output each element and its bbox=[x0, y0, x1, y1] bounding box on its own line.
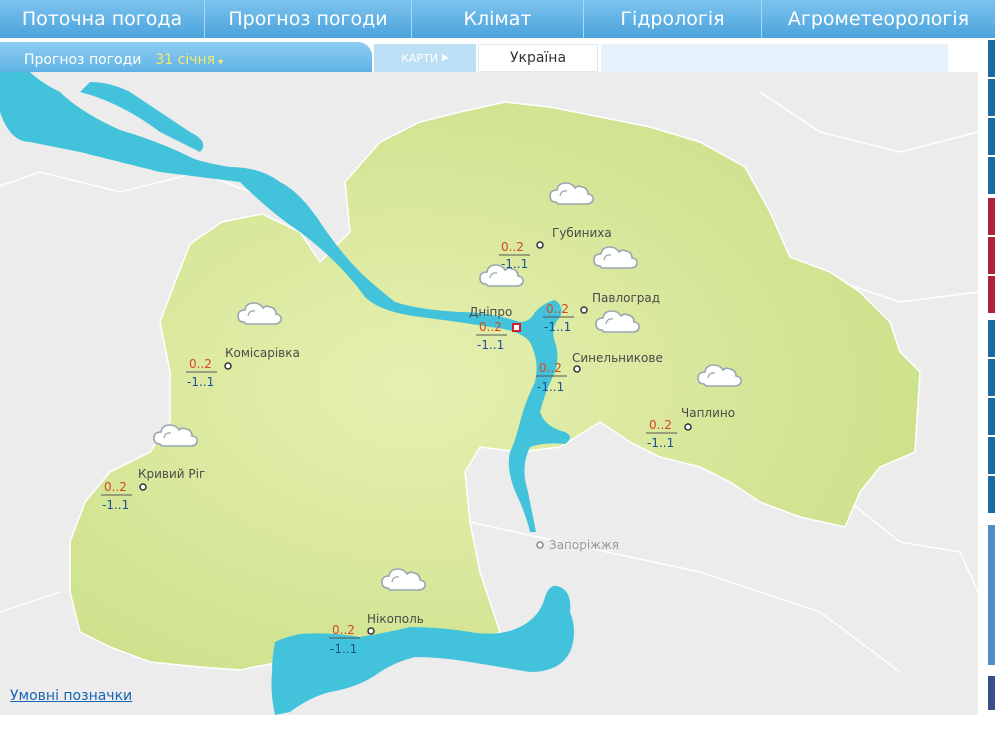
weather-map[interactable]: Губиниха Дніпро Павлоград Синельникове К… bbox=[0, 72, 978, 715]
temp-max: 0..2 bbox=[501, 240, 524, 254]
temp-min: -1..1 bbox=[187, 375, 214, 389]
side-tab[interactable] bbox=[988, 118, 995, 155]
side-tab[interactable] bbox=[988, 320, 995, 357]
forecast-date[interactable]: 31 січня bbox=[155, 52, 215, 68]
side-tab[interactable] bbox=[988, 198, 995, 235]
temp-min: -1..1 bbox=[537, 380, 564, 394]
tab-current-weather[interactable]: Поточна погода bbox=[0, 0, 205, 38]
tab-agrometeorology[interactable]: Агрометеорологія bbox=[762, 0, 995, 38]
temp-max: 0..2 bbox=[539, 361, 562, 375]
forecast-date-selector[interactable]: Прогноз погоди 31 січня ▾ bbox=[0, 42, 372, 72]
side-tab[interactable] bbox=[988, 676, 995, 710]
temp-max: 0..2 bbox=[104, 480, 127, 494]
forecast-toolbar: Прогноз погоди 31 січня ▾ КАРТИ ▶ Україн… bbox=[0, 42, 948, 72]
right-side-tabs bbox=[988, 40, 995, 710]
side-banner[interactable] bbox=[988, 525, 995, 665]
side-tab[interactable] bbox=[988, 157, 995, 194]
city-label-kryvyi-rih: Кривий Ріг bbox=[138, 467, 205, 481]
tab-forecast[interactable]: Прогноз погоди bbox=[205, 0, 412, 38]
city-label-pavlohrad: Павлоград bbox=[592, 291, 660, 305]
temp-max: 0..2 bbox=[332, 623, 355, 637]
region-selector[interactable]: Україна bbox=[478, 44, 598, 72]
maps-button-label: КАРТИ bbox=[401, 51, 438, 65]
temp-min: -1..1 bbox=[647, 436, 674, 450]
triangle-right-icon: ▶ bbox=[442, 53, 449, 63]
forecast-label: Прогноз погоди bbox=[24, 52, 142, 68]
temp-min: -1..1 bbox=[477, 338, 504, 352]
city-label-chaplyno: Чаплино bbox=[681, 406, 735, 420]
region-field-blank bbox=[601, 44, 948, 72]
temp-max: 0..2 bbox=[189, 357, 212, 371]
city-label-komisarivka: Комісарівка bbox=[225, 346, 300, 360]
side-tab[interactable] bbox=[988, 40, 995, 77]
side-tab[interactable] bbox=[988, 79, 995, 116]
temp-min: -1..1 bbox=[330, 642, 357, 656]
side-tab[interactable] bbox=[988, 359, 995, 396]
city-label-nikopol: Нікополь bbox=[367, 612, 424, 626]
side-tab[interactable] bbox=[988, 398, 995, 435]
side-tab[interactable] bbox=[988, 237, 995, 274]
temp-max: 0..2 bbox=[546, 302, 569, 316]
side-tab[interactable] bbox=[988, 437, 995, 474]
temp-min: -1..1 bbox=[102, 498, 129, 512]
top-navigation: Поточна погода Прогноз погоди Клімат Гід… bbox=[0, 0, 995, 38]
city-label-dnipro: Дніпро bbox=[469, 305, 512, 319]
city-label-zaporizhzhia: Запоріжжя bbox=[549, 538, 619, 552]
capital-marker bbox=[512, 323, 521, 332]
legend-link[interactable]: Умовні позначки bbox=[10, 688, 132, 704]
side-tab[interactable] bbox=[988, 276, 995, 313]
chevron-down-icon[interactable]: ▾ bbox=[218, 57, 223, 68]
city-label-hubynykha: Губиниха bbox=[552, 226, 612, 240]
temp-min: -1..1 bbox=[501, 257, 528, 271]
side-tab[interactable] bbox=[988, 476, 995, 513]
map-canvas: Губиниха Дніпро Павлоград Синельникове К… bbox=[0, 72, 978, 715]
temp-max: 0..2 bbox=[479, 320, 502, 334]
temp-min: -1..1 bbox=[544, 320, 571, 334]
tab-hydrology[interactable]: Гідрологія bbox=[584, 0, 762, 38]
tab-climate[interactable]: Клімат bbox=[412, 0, 584, 38]
city-label-synelnykove: Синельникове bbox=[572, 351, 663, 365]
maps-button[interactable]: КАРТИ ▶ bbox=[374, 44, 476, 72]
temp-max: 0..2 bbox=[649, 418, 672, 432]
